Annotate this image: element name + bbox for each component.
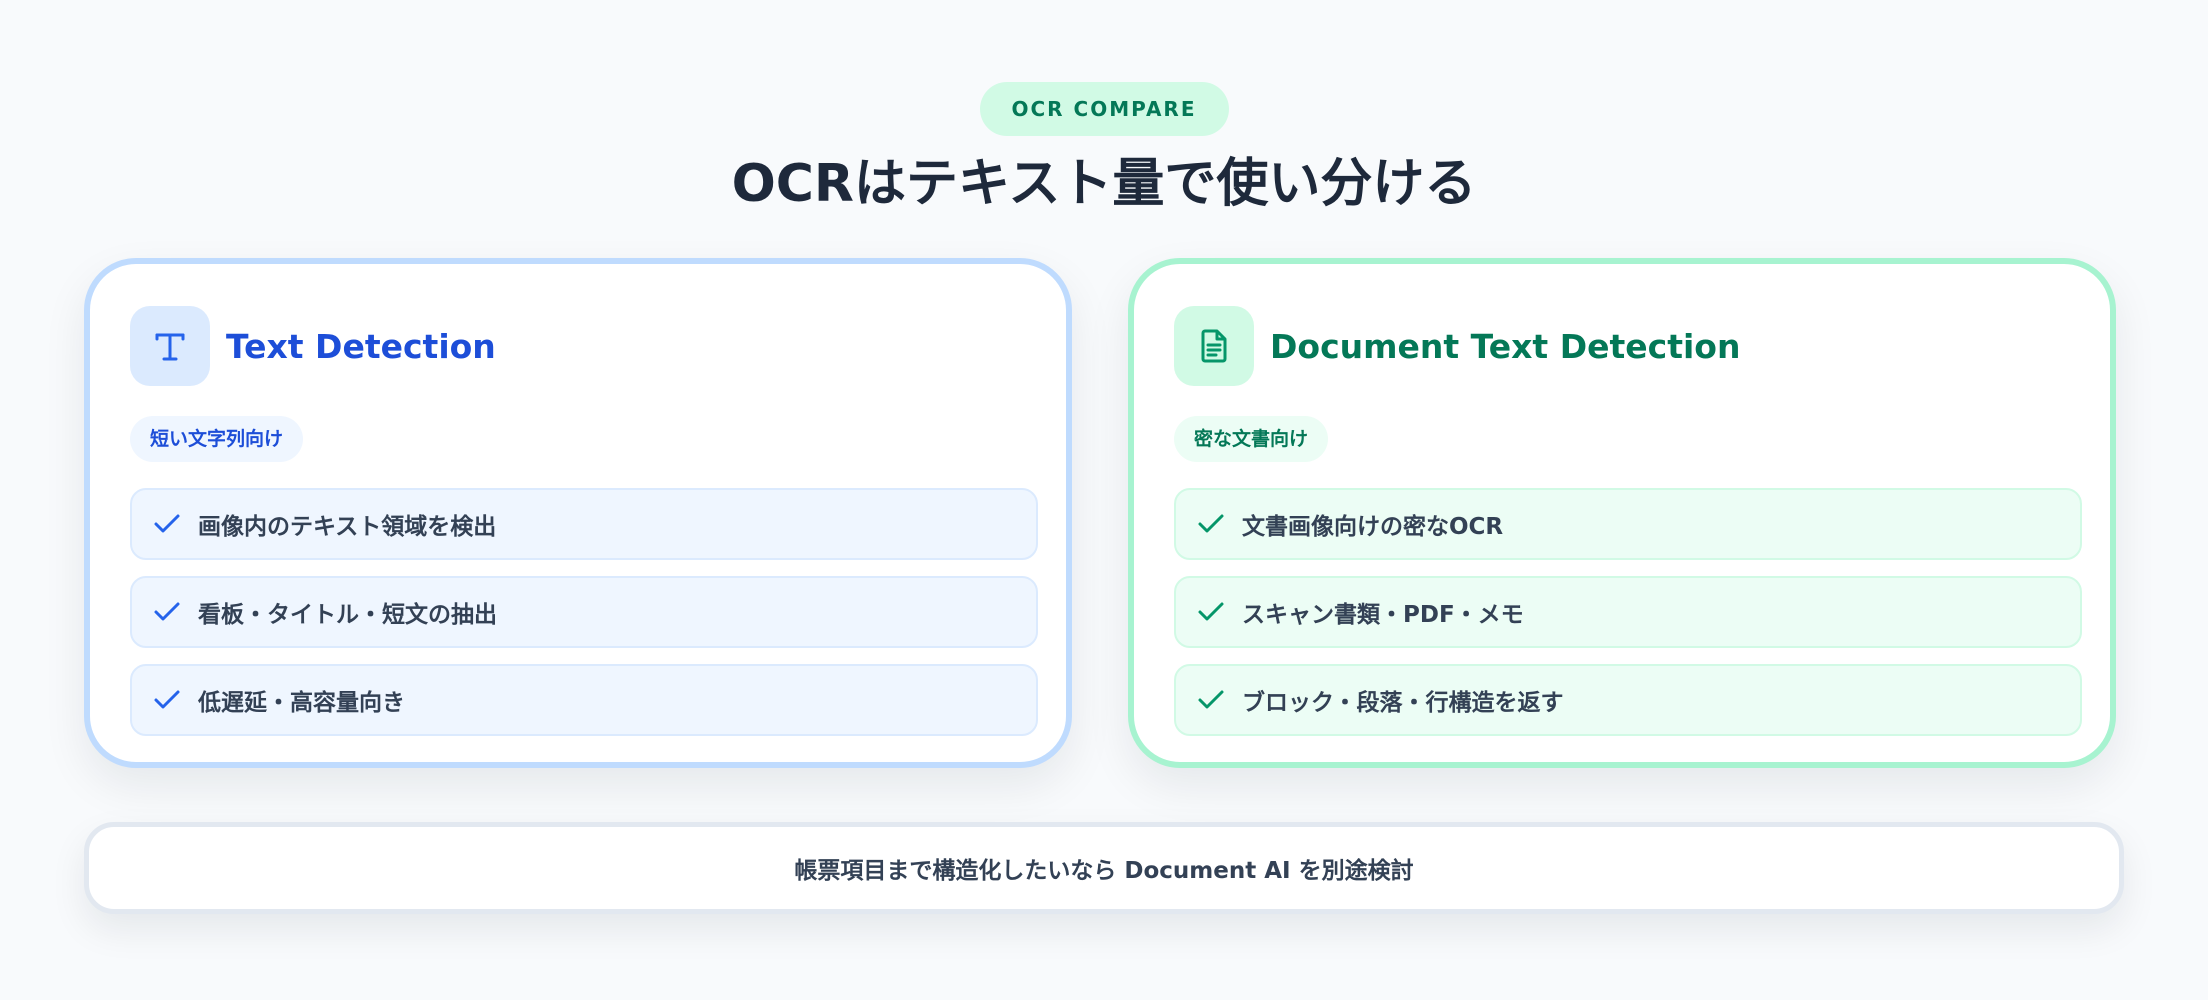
- text-t-icon: [130, 306, 210, 386]
- card-header: Text Detection: [130, 306, 496, 386]
- check-icon: [150, 507, 184, 541]
- page-title: OCRはテキスト量で使い分ける: [731, 154, 1477, 214]
- check-icon: [150, 595, 184, 629]
- list-item-text: 文書画像向けの密なOCR: [1242, 514, 1504, 540]
- list-item-text: 画像内のテキスト領域を検出: [198, 514, 497, 540]
- list-item-text: ブロック・段落・行構造を返す: [1242, 690, 1564, 716]
- eyebrow-wrap: OCR COMPARE: [0, 82, 2208, 136]
- list-item: 低遅延・高容量向き: [130, 664, 1038, 736]
- list-item: スキャン書類・PDF・メモ: [1174, 576, 2082, 648]
- eyebrow-badge: OCR COMPARE: [979, 82, 1229, 136]
- check-icon: [1194, 595, 1228, 629]
- list-item: 文書画像向けの密なOCR: [1174, 488, 2082, 560]
- card-tag: 短い文字列向け: [130, 416, 304, 462]
- list-item: 画像内のテキスト領域を検出: [130, 488, 1038, 560]
- list-item: 看板・タイトル・短文の抽出: [130, 576, 1038, 648]
- footer-note-box: 帳票項目まで構造化したいなら Document AI を別途検討: [84, 822, 2124, 914]
- check-icon: [1194, 683, 1228, 717]
- check-icon: [1194, 507, 1228, 541]
- card-title: Document Text Detection: [1270, 326, 1741, 366]
- footer-note: 帳票項目まで構造化したいなら Document AI を別途検討: [794, 858, 1414, 884]
- check-icon: [150, 683, 184, 717]
- list-item: ブロック・段落・行構造を返す: [1174, 664, 2082, 736]
- document-text-detection-card: Document Text Detection 密な文書向け 文書画像向けの密な…: [1128, 258, 2116, 768]
- card-title: Text Detection: [226, 326, 496, 366]
- list-item-text: スキャン書類・PDF・メモ: [1242, 602, 1524, 628]
- feature-list: 画像内のテキスト領域を検出 看板・タイトル・短文の抽出 低遅延・高容量向き: [130, 488, 1038, 752]
- card-tag: 密な文書向け: [1174, 416, 1329, 462]
- list-item-text: 看板・タイトル・短文の抽出: [198, 602, 497, 628]
- document-icon: [1174, 306, 1254, 386]
- feature-list: 文書画像向けの密なOCR スキャン書類・PDF・メモ ブロック・段落・行構造を返…: [1174, 488, 2082, 752]
- list-item-text: 低遅延・高容量向き: [198, 690, 405, 716]
- text-detection-card: Text Detection 短い文字列向け 画像内のテキスト領域を検出 看板・…: [84, 258, 1072, 768]
- card-header: Document Text Detection: [1174, 306, 1740, 386]
